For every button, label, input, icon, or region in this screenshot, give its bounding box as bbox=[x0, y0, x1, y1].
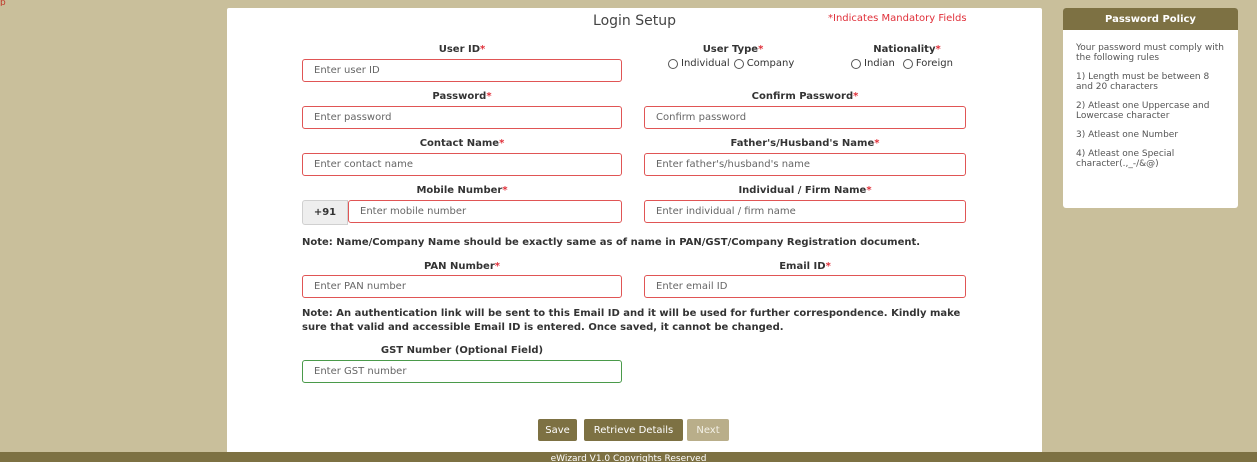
user-type-individual-radio[interactable]: Individual bbox=[668, 58, 730, 69]
country-code-prefix: +91 bbox=[302, 200, 348, 225]
name-note: Note: Name/Company Name should be exactl… bbox=[302, 237, 921, 248]
firm-name-label: Individual / Firm Name* bbox=[738, 185, 872, 196]
user-type-company-radio[interactable]: Company bbox=[733, 58, 794, 69]
footer-bar: eWizard V1.0 Copyrights Reserved bbox=[0, 452, 1257, 462]
confirm-password-input[interactable] bbox=[644, 106, 966, 129]
next-button[interactable]: Next bbox=[687, 419, 729, 441]
user-id-input[interactable] bbox=[302, 59, 622, 82]
policy-rule: 4) Atleast one Special character(.,_-/&@… bbox=[1076, 149, 1175, 169]
policy-rule: 2) Atleast one Uppercase and Lowercase c… bbox=[1076, 101, 1210, 121]
user-type-radio-group: Individual Company bbox=[668, 58, 798, 69]
gst-number-input[interactable] bbox=[302, 360, 622, 383]
top-corner-mark: p bbox=[0, 0, 6, 6]
footer-copyright: eWizard V1.0 Copyrights Reserved bbox=[550, 454, 707, 462]
contact-name-input[interactable] bbox=[302, 153, 622, 176]
nationality-foreign-radio[interactable]: Foreign bbox=[902, 58, 953, 69]
save-button[interactable]: Save bbox=[538, 419, 577, 441]
nationality-radio-group: Indian Foreign bbox=[851, 58, 957, 69]
email-id-label: Email ID* bbox=[779, 261, 831, 272]
radio-circle-icon bbox=[733, 58, 744, 69]
father-husband-name-label: Father's/Husband's Name* bbox=[730, 138, 880, 149]
user-type-label: User Type* bbox=[702, 44, 764, 55]
nationality-indian-radio[interactable]: Indian bbox=[851, 58, 895, 69]
password-input[interactable] bbox=[302, 106, 622, 129]
policy-rule: 3) Atleast one Number bbox=[1076, 130, 1179, 140]
login-setup-panel: Login Setup *Indicates Mandatory Fields … bbox=[227, 8, 1042, 462]
policy-intro: Your password must comply with the follo… bbox=[1076, 43, 1224, 63]
firm-name-input[interactable] bbox=[644, 200, 966, 223]
pan-number-input[interactable] bbox=[302, 275, 622, 298]
retrieve-details-button[interactable]: Retrieve Details bbox=[584, 419, 683, 441]
email-note: Note: An authentication link will be sen… bbox=[302, 308, 961, 333]
nationality-label: Nationality* bbox=[873, 44, 941, 55]
mandatory-note: *Indicates Mandatory Fields bbox=[828, 13, 967, 24]
mobile-number-input[interactable] bbox=[348, 200, 622, 223]
confirm-password-label: Confirm Password* bbox=[751, 91, 859, 102]
radio-circle-icon bbox=[851, 58, 861, 69]
password-policy-body: Your password must comply with the follo… bbox=[1063, 30, 1238, 169]
mobile-number-label: Mobile Number* bbox=[416, 185, 508, 196]
radio-circle-icon bbox=[902, 58, 913, 69]
password-label: Password* bbox=[432, 91, 492, 102]
contact-name-label: Contact Name* bbox=[419, 138, 505, 149]
pan-number-label: PAN Number* bbox=[423, 261, 500, 272]
policy-rule: 1) Length must be between 8 and 20 chara… bbox=[1076, 72, 1210, 92]
email-id-input[interactable] bbox=[644, 275, 966, 298]
gst-number-label: GST Number (Optional Field) bbox=[380, 345, 544, 356]
password-policy-card: Password Policy Your password must compl… bbox=[1063, 8, 1238, 208]
user-id-label: User ID* bbox=[438, 44, 486, 55]
radio-circle-icon bbox=[668, 58, 678, 69]
father-husband-name-input[interactable] bbox=[644, 153, 966, 176]
password-policy-title: Password Policy bbox=[1063, 8, 1238, 30]
